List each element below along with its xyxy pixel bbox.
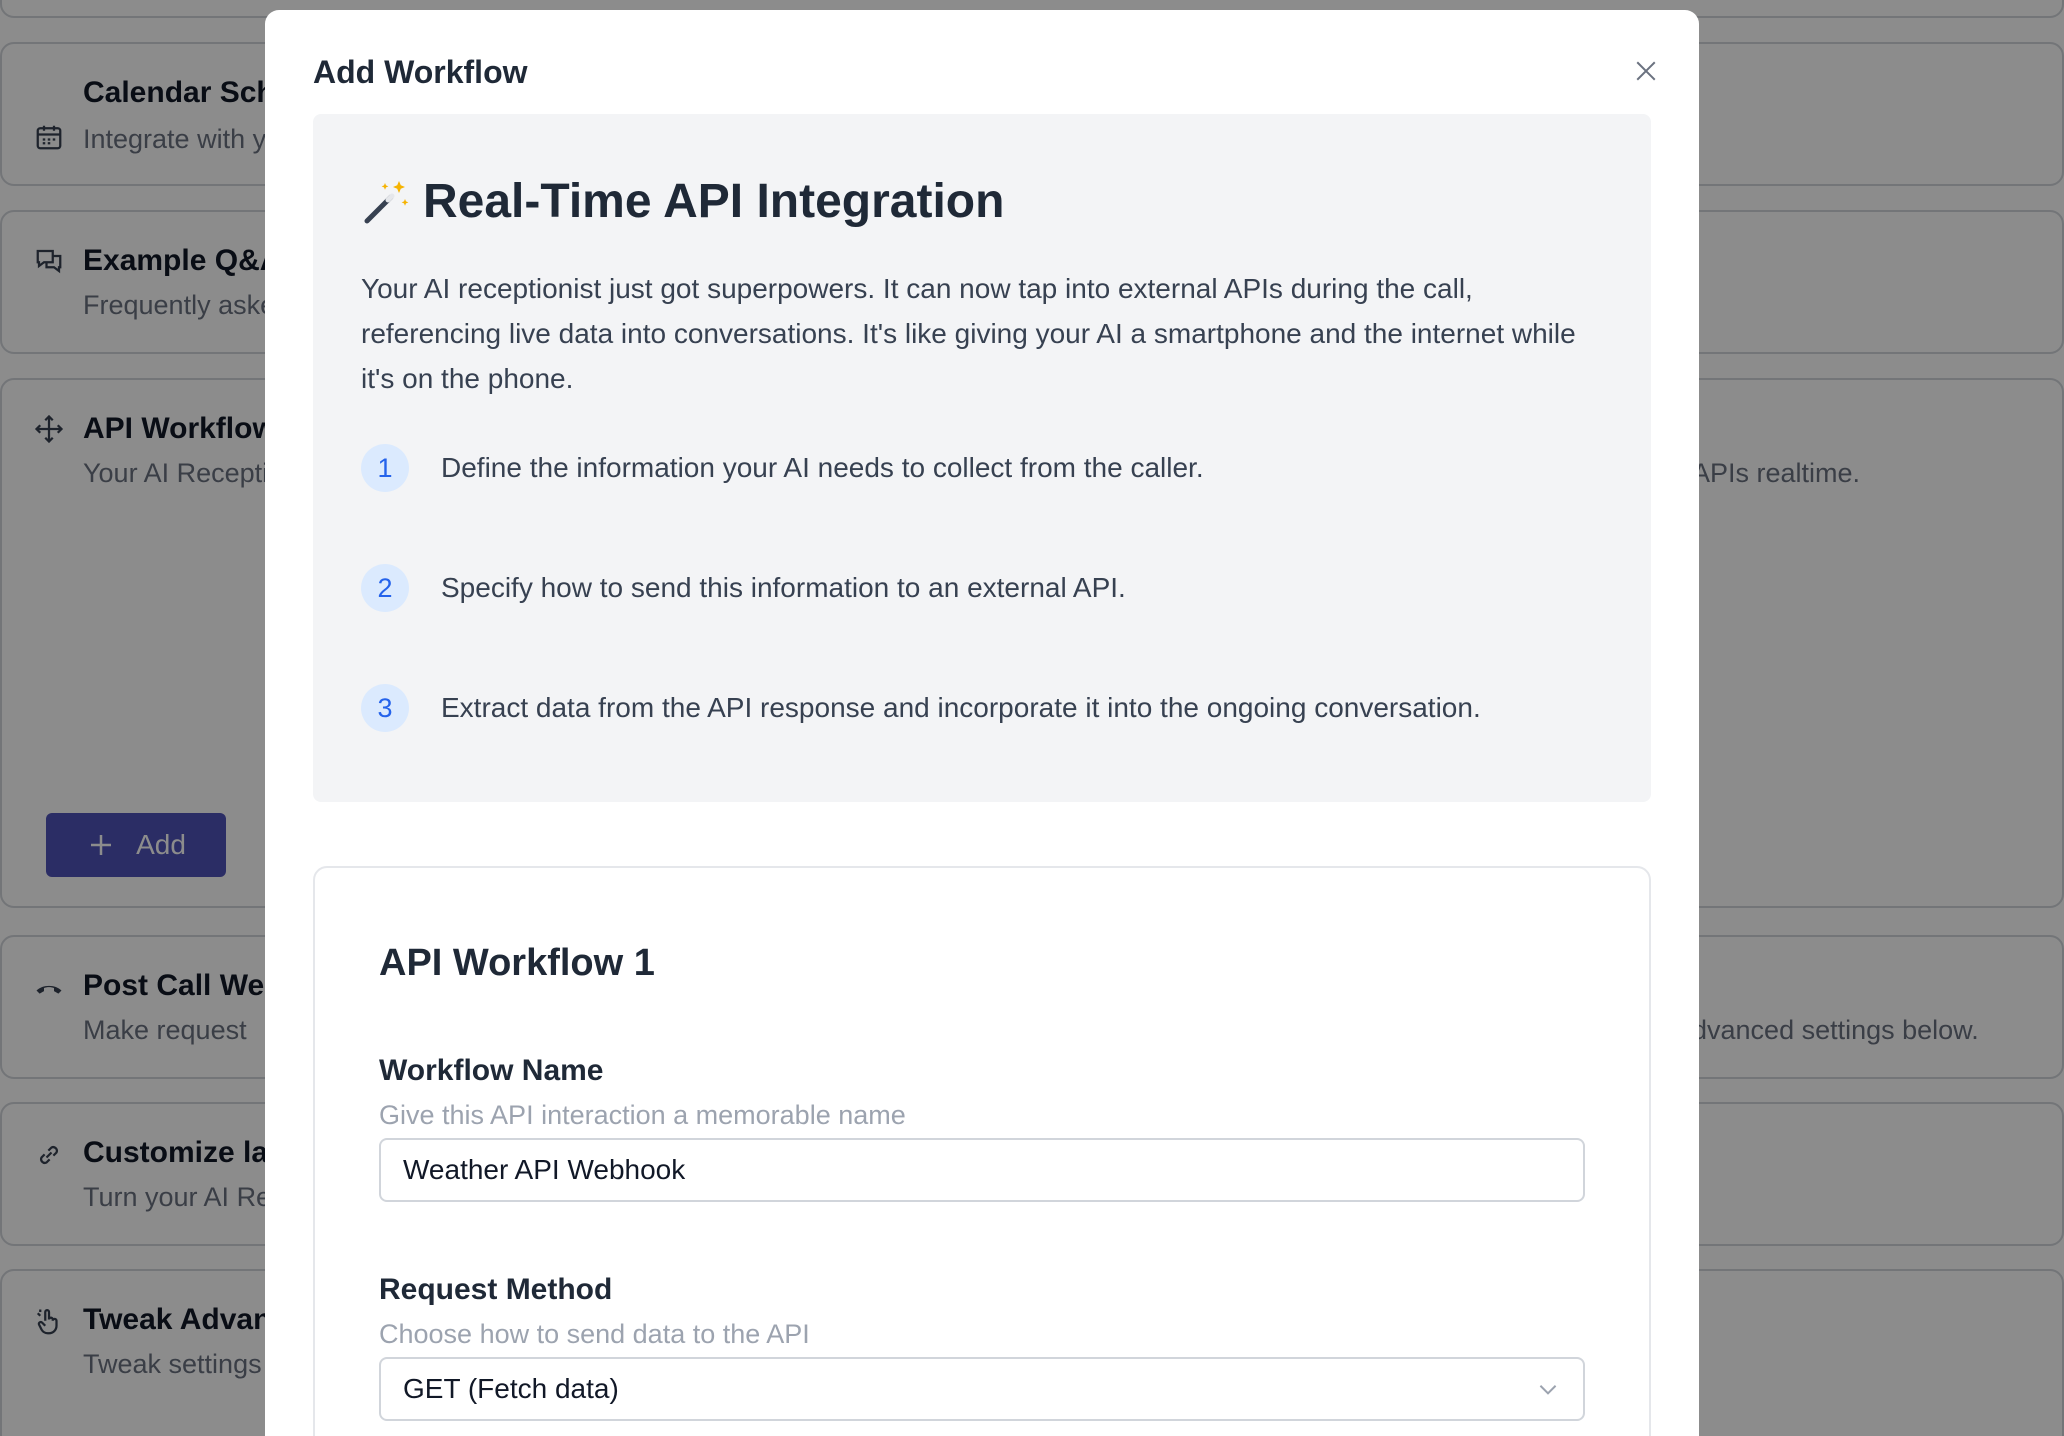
intro-panel: Real-Time API Integration Your AI recept…	[313, 114, 1651, 802]
close-button[interactable]	[1623, 48, 1669, 94]
intro-heading: Real-Time API Integration	[423, 175, 1005, 228]
modal-title: Add Workflow	[313, 54, 528, 90]
step-number-badge: 1	[361, 444, 409, 492]
step-number-badge: 3	[361, 684, 409, 732]
chevron-down-icon	[1539, 1385, 1557, 1395]
workflow-name-label: Workflow Name	[379, 1054, 604, 1087]
workflow-name-input[interactable]	[379, 1138, 1585, 1202]
workflow-title: API Workflow 1	[379, 942, 655, 984]
intro-step: 2 Specify how to send this information t…	[361, 564, 1126, 612]
request-method-select[interactable]: GET (Fetch data)	[379, 1357, 1585, 1421]
magic-wand-icon	[364, 180, 409, 223]
close-icon	[1636, 61, 1656, 81]
request-method-value: GET (Fetch data)	[403, 1373, 619, 1404]
workflow-card: API Workflow 1 Workflow Name Give this A…	[313, 866, 1651, 1436]
add-workflow-modal: Add Workflow Real-Time API Integration Y…	[265, 10, 1699, 1436]
request-method-help: Choose how to send data to the API	[379, 1319, 810, 1349]
request-method-label: Request Method	[379, 1273, 613, 1306]
workflow-name-help: Give this API interaction a memorable na…	[379, 1100, 906, 1130]
intro-paragraph: Your AI receptionist just got superpower…	[361, 273, 1576, 394]
step-text: Define the information your AI needs to …	[441, 452, 1204, 483]
intro-step: 1 Define the information your AI needs t…	[361, 444, 1204, 492]
step-number-badge: 2	[361, 564, 409, 612]
intro-heading-row: Real-Time API Integration	[361, 174, 1004, 229]
step-text: Extract data from the API response and i…	[441, 692, 1481, 723]
intro-step: 3 Extract data from the API response and…	[361, 684, 1481, 732]
step-text: Specify how to send this information to …	[441, 572, 1126, 603]
